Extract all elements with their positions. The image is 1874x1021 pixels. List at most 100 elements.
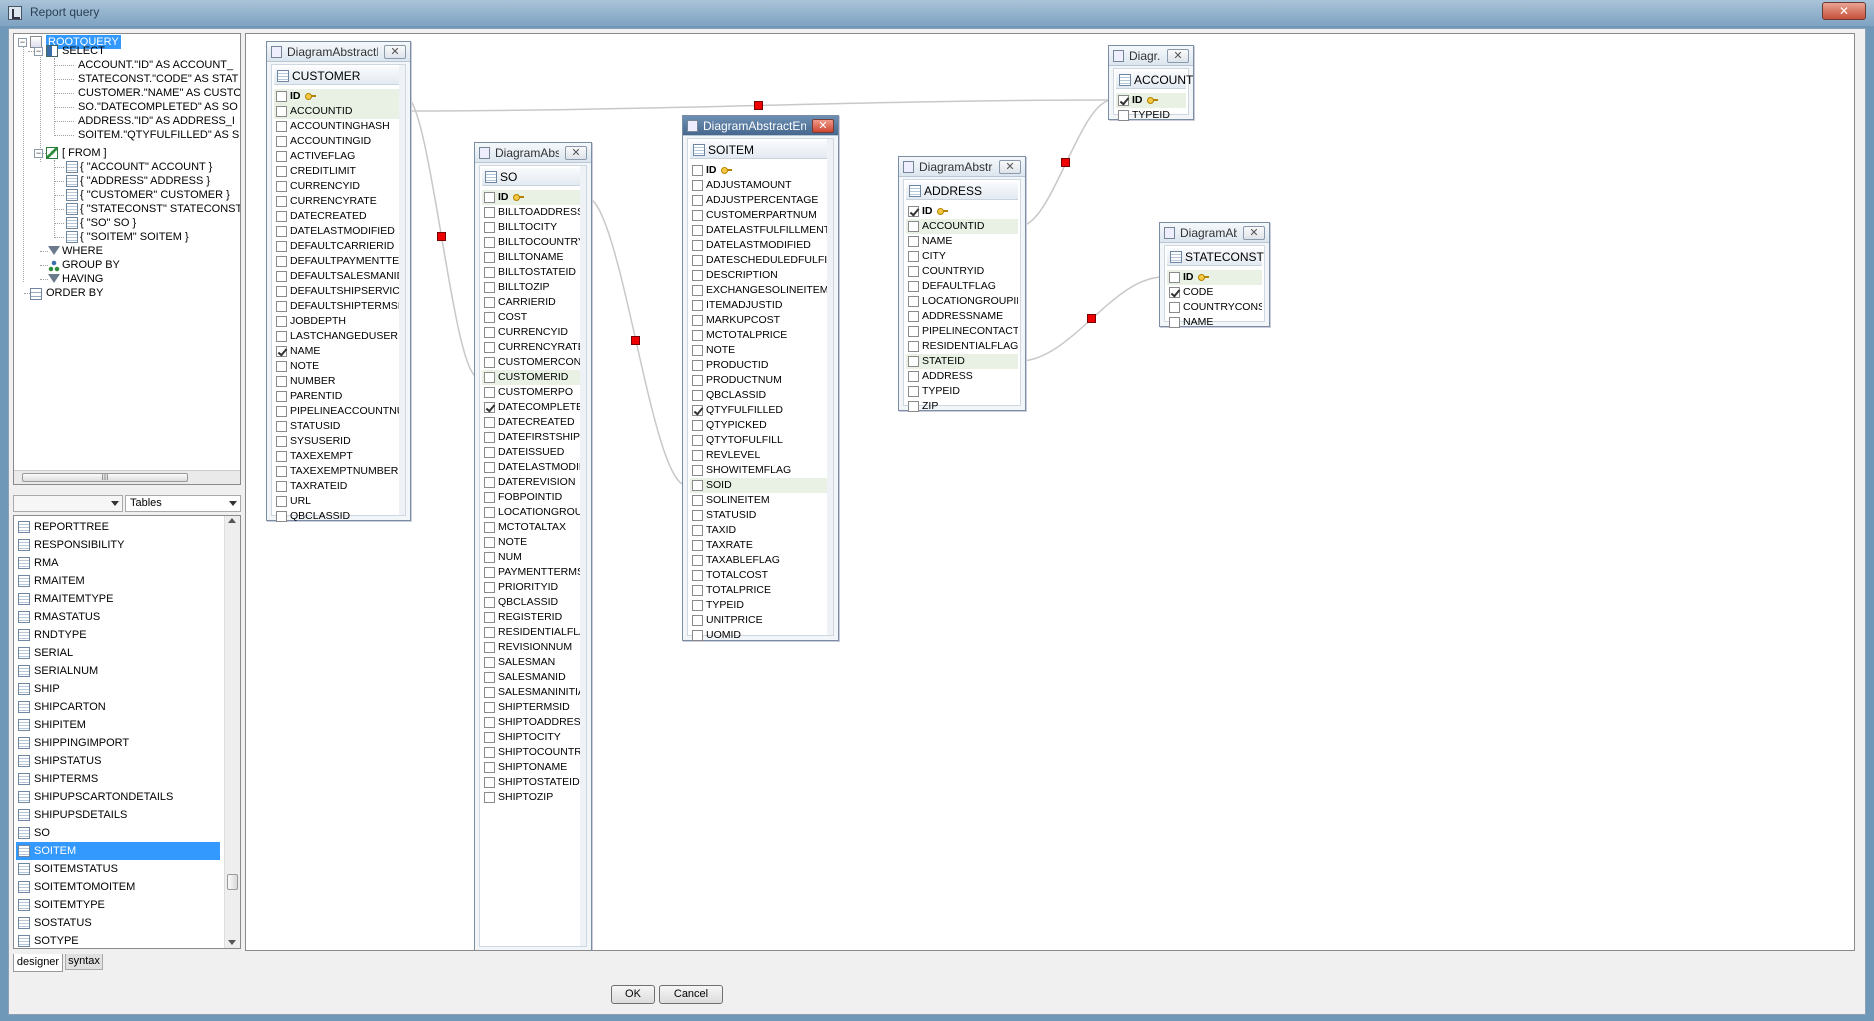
entity-header[interactable]: DiagramAbstr... ✕	[475, 143, 591, 163]
column-row[interactable]: STATUSID	[690, 508, 831, 523]
column-row[interactable]: ID	[906, 204, 1018, 219]
column-row[interactable]: NAME	[906, 234, 1018, 249]
column-checkbox[interactable]	[276, 271, 287, 282]
column-row[interactable]: STATEID	[906, 354, 1018, 369]
column-checkbox[interactable]	[484, 672, 495, 683]
column-row[interactable]: ID	[1167, 270, 1262, 285]
column-checkbox[interactable]	[484, 252, 495, 263]
column-row[interactable]: QBCLASSID	[690, 388, 831, 403]
column-row[interactable]: LOCATIONGROUPID	[906, 294, 1018, 309]
tables-list-item[interactable]: SHIPUPSCARTONDETAILS	[16, 788, 220, 806]
entity-address[interactable]: DiagramAbstra... ✕ ADDRESS ID ACCOUNTID NAME C…	[898, 156, 1026, 412]
column-checkbox[interactable]	[484, 582, 495, 593]
column-checkbox[interactable]	[276, 286, 287, 297]
tables-list-item[interactable]: RMAITEM	[16, 572, 220, 590]
column-row[interactable]: SHIPTOSTATEID	[482, 775, 584, 790]
column-checkbox[interactable]	[484, 627, 495, 638]
tables-list-item[interactable]: RESPONSIBILITY	[16, 536, 220, 554]
column-row[interactable]: DATELASTMODIFIED	[274, 224, 403, 239]
column-checkbox[interactable]	[276, 316, 287, 327]
link-so-soitem-handle[interactable]	[631, 336, 640, 345]
column-row[interactable]: ID	[274, 89, 403, 104]
column-row[interactable]: DEFAULTPAYMENTTERMSID	[274, 254, 403, 269]
column-checkbox[interactable]	[692, 480, 703, 491]
column-row[interactable]: FOBPOINTID	[482, 490, 584, 505]
column-checkbox[interactable]	[484, 357, 495, 368]
column-checkbox[interactable]	[484, 702, 495, 713]
column-checkbox[interactable]	[276, 331, 287, 342]
tree-node-select[interactable]: SELECT	[62, 44, 105, 58]
column-checkbox[interactable]	[276, 511, 287, 522]
column-row[interactable]: RESIDENTIALFLAG	[906, 339, 1018, 354]
tables-list-item[interactable]: REPORTTREE	[16, 518, 220, 536]
column-row[interactable]: DATEREVISION	[482, 475, 584, 490]
tables-list-item[interactable]: RMASTATUS	[16, 608, 220, 626]
column-row[interactable]: PAYMENTTERMSID	[482, 565, 584, 580]
column-row[interactable]: TAXEXEMPT	[274, 449, 403, 464]
close-icon[interactable]: ✕	[565, 146, 587, 160]
link-customer-account-handle[interactable]	[753, 100, 763, 110]
tree-node-from[interactable]: [ FROM ]	[62, 146, 107, 160]
entity-scrollbar[interactable]	[399, 65, 405, 515]
column-row[interactable]: UNITPRICE	[690, 613, 831, 628]
from-expander-icon[interactable]: −	[34, 149, 43, 158]
column-row[interactable]: CUSTOMERPARTNUM	[690, 208, 831, 223]
column-checkbox[interactable]	[484, 687, 495, 698]
column-row[interactable]: DATECREATED	[482, 415, 584, 430]
column-row[interactable]: CREDITLIMIT	[274, 164, 403, 179]
column-checkbox[interactable]	[484, 267, 495, 278]
column-checkbox[interactable]	[484, 402, 495, 413]
column-checkbox[interactable]	[692, 510, 703, 521]
column-checkbox[interactable]	[692, 435, 703, 446]
tables-list-item[interactable]: RMAITEMTYPE	[16, 590, 220, 608]
ok-button[interactable]: OK	[611, 985, 655, 1004]
column-row[interactable]: ACTIVEFLAG	[274, 149, 403, 164]
tree-node-order-by[interactable]: ORDER BY	[46, 286, 103, 300]
column-checkbox[interactable]	[1118, 110, 1129, 121]
column-checkbox[interactable]	[692, 180, 703, 191]
column-row[interactable]: DEFAULTCARRIERID	[274, 239, 403, 254]
column-checkbox[interactable]	[908, 401, 919, 412]
column-row[interactable]: ADDRESS	[906, 369, 1018, 384]
column-row[interactable]: DATEFIRSTSHIP	[482, 430, 584, 445]
tree-scroll-thumb[interactable]: III	[22, 473, 188, 482]
tree-node-from-item[interactable]: { "STATECONST" STATECONST	[80, 202, 240, 216]
column-row[interactable]: NUM	[482, 550, 584, 565]
column-checkbox[interactable]	[484, 507, 495, 518]
column-checkbox[interactable]	[484, 297, 495, 308]
column-checkbox[interactable]	[276, 361, 287, 372]
tables-list-item[interactable]: RNDTYPE	[16, 626, 220, 644]
tables-list-item[interactable]: SHIP	[16, 680, 220, 698]
tab-syntax[interactable]: syntax	[65, 954, 103, 970]
tables-list-item[interactable]: SHIPUPSDETAILS	[16, 806, 220, 824]
column-row[interactable]: DATESCHEDULEDFULFILLMENT	[690, 253, 831, 268]
column-row[interactable]: CURRENCYRATE	[482, 340, 584, 355]
column-row[interactable]: DATELASTMODIFIED	[690, 238, 831, 253]
column-row[interactable]: ID	[1116, 93, 1186, 108]
tables-list-scrollbar[interactable]	[224, 516, 240, 948]
column-checkbox[interactable]	[692, 600, 703, 611]
column-row[interactable]: ID	[690, 163, 831, 178]
column-row[interactable]: REGISTERID	[482, 610, 584, 625]
column-checkbox[interactable]	[276, 211, 287, 222]
column-row[interactable]: EXCHANGESOLINEITEM	[690, 283, 831, 298]
tables-list-item[interactable]: SHIPITEM	[16, 716, 220, 734]
column-checkbox[interactable]	[484, 747, 495, 758]
column-checkbox[interactable]	[484, 762, 495, 773]
column-checkbox[interactable]	[692, 195, 703, 206]
column-row[interactable]: RESIDENTIALFLAG	[482, 625, 584, 640]
column-row[interactable]: TOTALCOST	[690, 568, 831, 583]
entity-scrollbar[interactable]	[827, 139, 833, 635]
column-checkbox[interactable]	[276, 436, 287, 447]
column-row[interactable]: SHIPTOZIP	[482, 790, 584, 805]
column-checkbox[interactable]	[484, 777, 495, 788]
column-row[interactable]: PRIORITYID	[482, 580, 584, 595]
column-checkbox[interactable]	[692, 585, 703, 596]
column-checkbox[interactable]	[908, 296, 919, 307]
column-row[interactable]: SHIPTERMSID	[482, 700, 584, 715]
column-row[interactable]: ADJUSTAMOUNT	[690, 178, 831, 193]
column-row[interactable]: SALESMAN	[482, 655, 584, 670]
column-row[interactable]: TAXID	[690, 523, 831, 538]
tree-node-from-item[interactable]: { "SO" SO }	[80, 216, 136, 230]
column-checkbox[interactable]	[484, 342, 495, 353]
